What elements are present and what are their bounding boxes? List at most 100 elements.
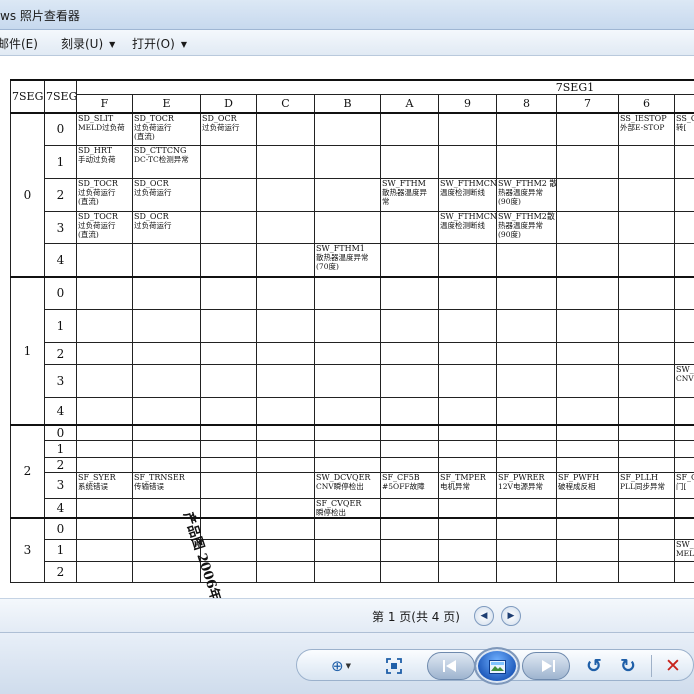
seg3-value: 1 <box>10 275 45 425</box>
rotate-clockwise-button[interactable]: ↻ <box>617 655 639 677</box>
slideshow-button[interactable] <box>474 647 520 685</box>
fault-description: 瞬停检出 <box>316 507 346 517</box>
next-page-button[interactable]: ▶ <box>501 606 521 626</box>
fault-cell <box>200 517 257 540</box>
toolbar-divider <box>651 655 652 677</box>
chevron-down-icon: ▼ <box>180 40 187 49</box>
seg2-value: 2 <box>44 178 77 212</box>
photo-viewer-window: ws 照片查看器 邮件(E) 刻录(U)▼ 打开(O)▼ 7SEG37SEG27… <box>0 0 694 694</box>
fault-cell <box>314 423 381 441</box>
menu-email[interactable]: 邮件(E) <box>0 35 38 52</box>
seg3-value: 2 <box>10 423 45 519</box>
window-title: ws 照片查看器 <box>0 9 80 23</box>
fault-description: (70度) <box>316 262 339 271</box>
seg2-value: 1 <box>44 538 77 562</box>
fault-cell <box>556 397 619 425</box>
fault-cell <box>380 364 439 398</box>
fault-cell: SW_FTHM2散 热器温度异常 (90度) <box>496 211 557 244</box>
previous-image-button[interactable] <box>427 652 475 680</box>
fault-cell <box>673 423 694 441</box>
seg2-value: 4 <box>44 397 77 425</box>
fault-cell <box>496 538 557 562</box>
fault-code: SF_PWFH <box>558 472 600 482</box>
zoom-icon: ⊕ <box>331 657 344 675</box>
fault-cell: SD_HRT 手动过负荷 <box>76 145 133 179</box>
fault-cell <box>438 423 497 441</box>
fault-code: SD_SLIT <box>78 113 114 123</box>
photo-viewport[interactable]: 7SEG37SEG27SEG1FEDCBA987600SD_SLITMELD过负… <box>0 57 694 598</box>
fault-cell <box>314 364 381 398</box>
table-row: 30 <box>10 517 694 583</box>
fault-cell <box>618 275 675 310</box>
fault-cell <box>256 517 315 540</box>
fault-cell <box>314 397 381 425</box>
status-bar: 第 1 页(共 4 页) ◀ ▶ <box>0 598 694 632</box>
fault-cell <box>256 243 315 277</box>
previous-page-button[interactable]: ◀ <box>474 606 494 626</box>
fault-cell <box>314 560 381 583</box>
fault-cell <box>618 309 675 343</box>
fault-cell: SF_TRNSER 传输错误 <box>132 471 201 499</box>
fault-cell <box>76 309 133 343</box>
column-header: F <box>76 94 133 113</box>
fault-cell <box>76 342 133 365</box>
fault-cell <box>256 439 315 458</box>
seg2-value: 2 <box>44 560 77 583</box>
fault-code: SF_CVQER <box>316 498 362 508</box>
fault-cell: SS_IESTOP 外部E-STOP <box>618 111 675 146</box>
fault-cell: SD_OCR 过负荷运行 <box>132 178 201 212</box>
fault-cell <box>438 439 497 458</box>
fault-cell <box>314 178 381 212</box>
fault-cell <box>380 342 439 365</box>
fault-cell <box>618 456 675 473</box>
seg2-value: 1 <box>44 439 77 458</box>
column-header: 6 <box>618 94 675 113</box>
fault-cell <box>673 275 694 310</box>
fault-cell <box>200 471 257 499</box>
menu-burn[interactable]: 刻录(U) ▼ <box>61 35 115 52</box>
fault-cell <box>673 497 694 519</box>
fault-cell <box>673 439 694 458</box>
table-row: 1 <box>11 309 694 343</box>
menu-open[interactable]: 打开(O) ▼ <box>132 35 187 52</box>
fault-cell <box>314 309 381 343</box>
fault-cell <box>380 517 439 540</box>
fault-cell: SD_SLIT MELD过负荷 <box>76 111 133 146</box>
fault-code: SD_OCR <box>134 212 169 222</box>
chevron-down-icon: ▼ <box>345 662 351 670</box>
fault-cell <box>200 211 257 244</box>
fault-cell <box>618 211 675 244</box>
fault-cell <box>496 439 557 458</box>
zoom-button[interactable]: ⊕ ▼ <box>324 655 358 677</box>
seg2-value: 1 <box>44 145 77 179</box>
fault-cell <box>380 439 439 458</box>
actual-size-button[interactable] <box>384 655 404 677</box>
fault-description: (直流) <box>78 197 99 206</box>
column-header: A <box>380 94 439 113</box>
table-row: 4 SW_FTHM1 散热器温度异常 (70度) <box>11 243 694 277</box>
fault-cell <box>496 517 557 540</box>
fault-cell <box>256 309 315 343</box>
fault-cell <box>618 342 675 365</box>
rotate-counterclockwise-button[interactable]: ↺ <box>583 655 605 677</box>
seg2-value: 0 <box>44 111 77 146</box>
fault-code: SD_TOCR <box>134 113 174 123</box>
fault-cell <box>314 439 381 458</box>
seg2-value: 0 <box>44 517 77 540</box>
fault-code: SS_IESTOP <box>620 113 667 123</box>
fault-cell: SD_TOCR 过负荷运行 (直流) <box>76 178 133 212</box>
fault-cell: SD_OCR 过负荷运行 <box>200 111 257 146</box>
fault-cell <box>618 517 675 540</box>
fault-cell <box>496 423 557 441</box>
fault-code: SD_TOCR <box>78 212 118 222</box>
fault-description: 散热器温度异常 <box>316 253 369 262</box>
fault-cell <box>380 560 439 583</box>
previous-icon <box>443 660 456 672</box>
table-row: 3 SW_ICNV <box>11 364 694 398</box>
fault-cell <box>438 309 497 343</box>
delete-button[interactable]: ✕ <box>662 655 684 677</box>
next-image-button[interactable] <box>522 652 570 680</box>
fault-cell <box>496 342 557 365</box>
fault-cell <box>380 497 439 519</box>
fault-cell <box>76 560 133 583</box>
